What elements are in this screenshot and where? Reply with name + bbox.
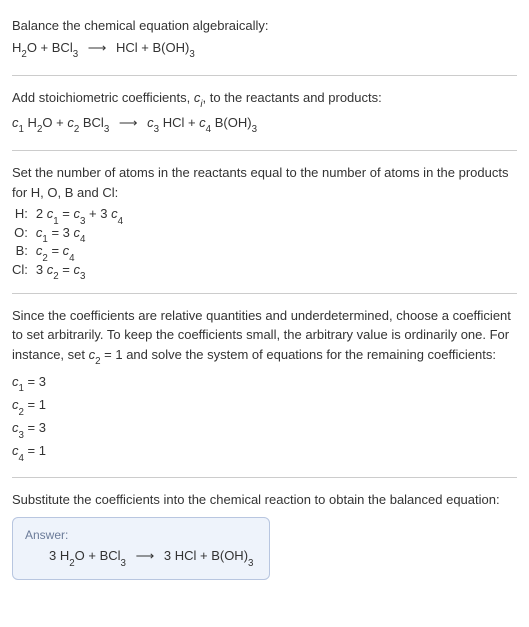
atom-label: H: (12, 206, 36, 225)
subscript: 3 (154, 124, 159, 135)
subscript: 3 (189, 49, 194, 60)
atom-label: Cl: (12, 262, 36, 281)
atom-balance-table: H: 2 c1 = c3 + 3 c4 O: c1 = 3 c4 B: c2 =… (12, 206, 123, 280)
subscript: 1 (19, 124, 24, 135)
subscript: 2 (95, 356, 100, 367)
term: 3 HCl + B(OH) (164, 548, 248, 563)
atom-label: B: (12, 243, 36, 262)
subscript: 3 (248, 558, 253, 569)
equation: c1 H2O + c2 BCl3 ⟶ c3 HCl + c4 B(OH)3 (12, 113, 517, 136)
coef: c (147, 115, 154, 130)
atom-equation: 2 c1 = c3 + 3 c4 (36, 206, 123, 225)
atom-label: O: (12, 225, 36, 244)
table-row: H: 2 c1 = c3 + 3 c4 (12, 206, 123, 225)
term: O + BCl (27, 40, 73, 55)
coef: c (67, 115, 74, 130)
divider (12, 477, 517, 478)
reaction-arrow-icon: ⟶ (136, 548, 155, 564)
table-row: B: c2 = c4 (12, 243, 123, 262)
subscript: 2 (74, 124, 79, 135)
reaction-arrow-icon: ⟶ (119, 113, 138, 133)
instruction-text: Since the coefficients are relative quan… (12, 306, 517, 368)
atom-equation: 3 c2 = c3 (36, 262, 123, 281)
subscript: 2 (21, 49, 26, 60)
coef: c (199, 115, 206, 130)
step-2: Add stoichiometric coefficients, ci, to … (12, 80, 517, 146)
step-3: Set the number of atoms in the reactants… (12, 155, 517, 288)
subscript: 2 (37, 124, 42, 135)
term: HCl + B(OH) (116, 40, 189, 55)
reaction-arrow-icon: ⟶ (88, 38, 107, 58)
list-item: c4 = 1 (12, 441, 517, 464)
instruction-text: Balance the chemical equation algebraica… (12, 16, 517, 36)
subscript: 3 (121, 558, 126, 569)
term: H (24, 115, 37, 130)
answer-label: Answer: (25, 528, 253, 542)
term: O + BCl (75, 548, 121, 563)
term: B(OH) (211, 115, 251, 130)
term: H (12, 40, 21, 55)
instruction-text: Set the number of atoms in the reactants… (12, 163, 517, 202)
list-item: c3 = 3 (12, 418, 517, 441)
term: 3 H (49, 548, 69, 563)
divider (12, 75, 517, 76)
list-item: c1 = 3 (12, 372, 517, 395)
term: O + (42, 115, 67, 130)
instruction-text: Add stoichiometric coefficients, ci, to … (12, 88, 517, 111)
divider (12, 293, 517, 294)
subscript: 3 (104, 124, 109, 135)
coefficient-list: c1 = 3 c2 = 1 c3 = 3 c4 = 1 (12, 372, 517, 465)
step-4: Since the coefficients are relative quan… (12, 298, 517, 473)
balanced-equation: 3 H2O + BCl3 ⟶ 3 HCl + B(OH)3 (25, 548, 253, 567)
step-5: Substitute the coefficients into the che… (12, 482, 517, 588)
table-row: Cl: 3 c2 = c3 (12, 262, 123, 281)
subscript: 4 (206, 124, 211, 135)
table-row: O: c1 = 3 c4 (12, 225, 123, 244)
subscript: i (200, 99, 202, 110)
instruction-text: Substitute the coefficients into the che… (12, 490, 517, 510)
atom-equation: c2 = c4 (36, 243, 123, 262)
subscript: 3 (252, 124, 257, 135)
subscript: 3 (73, 49, 78, 60)
step-1: Balance the chemical equation algebraica… (12, 8, 517, 71)
list-item: c2 = 1 (12, 395, 517, 418)
answer-box: Answer: 3 H2O + BCl3 ⟶ 3 HCl + B(OH)3 (12, 517, 270, 580)
atom-equation: c1 = 3 c4 (36, 225, 123, 244)
coef: c (12, 115, 19, 130)
term: HCl + (159, 115, 199, 130)
subscript: 2 (69, 558, 74, 569)
equation: H2O + BCl3 ⟶ HCl + B(OH)3 (12, 38, 517, 61)
divider (12, 150, 517, 151)
term: BCl (79, 115, 104, 130)
